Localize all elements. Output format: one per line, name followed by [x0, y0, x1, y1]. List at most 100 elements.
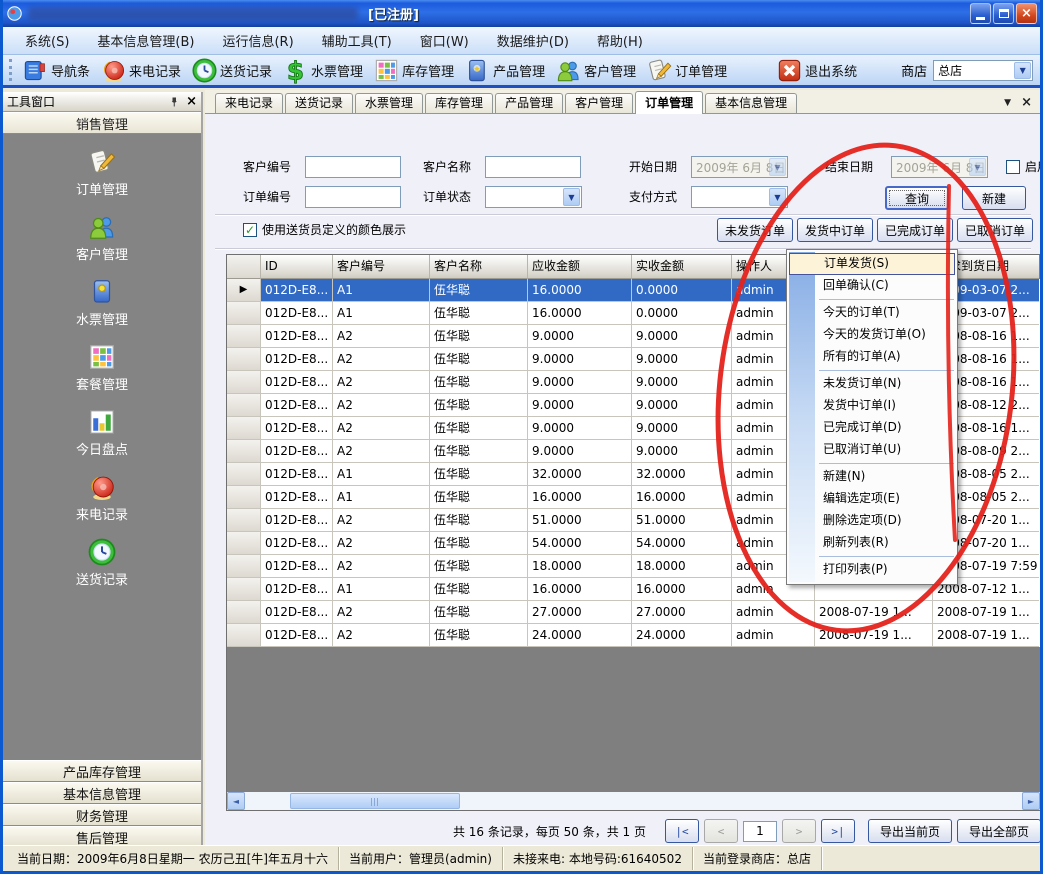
toolbar-button[interactable]: 来电记录	[95, 56, 186, 85]
context-menu-item[interactable]: 今天的发货订单(O)	[787, 324, 957, 346]
shop-select[interactable]: 总店 ▼	[933, 60, 1033, 81]
toolbar-button[interactable]	[732, 56, 771, 85]
chevron-down-icon[interactable]: ▼	[769, 188, 786, 206]
context-menu-item[interactable]: 订单发货(S)	[789, 253, 955, 275]
row-selector-cell[interactable]	[227, 578, 261, 601]
menu-item[interactable]: 帮助(H)	[583, 27, 657, 54]
row-selector-cell[interactable]	[227, 532, 261, 555]
sidebar-close-icon[interactable]: ×	[186, 95, 197, 108]
sidebar-section-sales[interactable]: 销售管理	[3, 112, 201, 134]
enable-checkbox[interactable]	[1006, 160, 1020, 174]
query-button[interactable]: 查询	[885, 186, 949, 210]
sidebar-section-bar[interactable]: 基本信息管理	[3, 782, 201, 804]
end-date-picker[interactable]: 2009年 6月 8日▼	[891, 156, 988, 178]
menu-item[interactable]: 辅助工具(T)	[308, 27, 406, 54]
row-selector-cell[interactable]	[227, 440, 261, 463]
tab[interactable]: 水票管理	[355, 93, 423, 113]
row-selector-cell[interactable]	[227, 394, 261, 417]
column-header-customer-name[interactable]: 客户名称	[430, 255, 528, 279]
row-selector-cell[interactable]: ▶	[227, 279, 261, 302]
first-page-button[interactable]: |<	[665, 819, 699, 843]
sidebar-section-bar[interactable]: 财务管理	[3, 804, 201, 826]
chevron-down-icon[interactable]: ▼	[563, 188, 580, 206]
menu-item[interactable]: 数据维护(D)	[483, 27, 583, 54]
row-selector-cell[interactable]	[227, 348, 261, 371]
toolbar-button[interactable]: 送货记录	[186, 56, 277, 85]
toolbar-button[interactable]: 产品管理	[459, 56, 550, 85]
context-menu-item[interactable]: 新建(N)	[787, 466, 957, 488]
toolbar-button[interactable]: 水票管理	[277, 56, 368, 85]
tab[interactable]: 产品管理	[495, 93, 563, 113]
toolbar-button[interactable]: 订单管理	[641, 56, 732, 85]
tab[interactable]: 来电记录	[215, 93, 283, 113]
export-current-page-button[interactable]: 导出当前页	[868, 819, 952, 843]
export-all-pages-button[interactable]: 导出全部页	[957, 819, 1041, 843]
context-menu-item[interactable]: 今天的订单(T)	[787, 302, 957, 324]
toolbar-button[interactable]: 导航条	[17, 56, 95, 85]
context-menu-item[interactable]: 所有的订单(A)	[787, 346, 957, 368]
row-selector-cell[interactable]	[227, 624, 261, 647]
prev-page-button[interactable]: <	[704, 819, 738, 843]
scroll-right-icon[interactable]: ►	[1022, 792, 1040, 810]
column-header-receivable[interactable]: 应收金额	[528, 255, 632, 279]
row-selector-cell[interactable]	[227, 417, 261, 440]
sidebar-nav-item[interactable]: 来电记录	[76, 472, 128, 523]
toolbar-button[interactable]: 客户管理	[550, 56, 641, 85]
sidebar-nav-item[interactable]: 订单管理	[76, 147, 128, 198]
column-header-received[interactable]: 实收金额	[632, 255, 732, 279]
context-menu-item[interactable]: 编辑选定项(E)	[787, 488, 957, 510]
sidebar-nav-item[interactable]: 送货记录	[76, 537, 128, 588]
pay-method-select[interactable]: ▼	[691, 186, 788, 208]
filter-shipping-button[interactable]: 发货中订单	[797, 218, 873, 242]
row-selector-cell[interactable]	[227, 371, 261, 394]
context-menu-item[interactable]: 已取消订单(U)	[787, 439, 957, 461]
sidebar-nav-item[interactable]: 水票管理	[76, 277, 128, 328]
column-header-id[interactable]: ID	[261, 255, 333, 279]
tab[interactable]: 基本信息管理	[705, 93, 797, 113]
context-menu-item[interactable]: 发货中订单(I)	[787, 395, 957, 417]
row-selector-cell[interactable]	[227, 509, 261, 532]
menu-item[interactable]: 窗口(W)	[406, 27, 483, 54]
minimize-button[interactable]	[970, 3, 991, 24]
pin-icon[interactable]	[168, 96, 180, 108]
row-selector-cell[interactable]	[227, 486, 261, 509]
toolbar-button[interactable]	[862, 56, 901, 85]
tab[interactable]: 客户管理	[565, 93, 633, 113]
next-page-button[interactable]: >	[782, 819, 816, 843]
start-date-picker[interactable]: 2009年 6月 8日▼	[691, 156, 788, 178]
new-button[interactable]: 新建	[962, 186, 1026, 210]
column-header-customer-no[interactable]: 客户编号	[333, 255, 430, 279]
close-button[interactable]: ×	[1016, 3, 1037, 24]
table-row[interactable]: 012D-E8... A2 伍华聪 24.0000 24.0000 admin …	[227, 624, 1040, 647]
context-menu-item[interactable]: 刷新列表(R)	[787, 532, 957, 554]
row-selector-cell[interactable]	[227, 325, 261, 348]
row-selector-cell[interactable]	[227, 302, 261, 325]
context-menu-item[interactable]: 回单确认(C)	[787, 275, 957, 297]
customer-no-input[interactable]	[305, 156, 401, 178]
order-status-select[interactable]: ▼	[485, 186, 582, 208]
toolbar-button[interactable]: 退出系统	[771, 56, 862, 85]
row-selector-cell[interactable]	[227, 601, 261, 624]
toolbar-button[interactable]: 库存管理	[368, 56, 459, 85]
delivery-color-checkbox[interactable]: ✓	[243, 223, 257, 237]
context-menu-item[interactable]: 已完成订单(D)	[787, 417, 957, 439]
tab[interactable]: 送货记录	[285, 93, 353, 113]
table-row[interactable]: 012D-E8... A2 伍华聪 27.0000 27.0000 admin …	[227, 601, 1040, 624]
row-selector-cell[interactable]	[227, 555, 261, 578]
context-menu-item[interactable]: 未发货订单(N)	[787, 373, 957, 395]
menu-item[interactable]: 系统(S)	[11, 27, 83, 54]
scrollbar-thumb[interactable]	[290, 793, 460, 809]
maximize-button[interactable]	[993, 3, 1014, 24]
context-menu-item[interactable]: 删除选定项(D)	[787, 510, 957, 532]
tab[interactable]: 订单管理	[635, 91, 703, 114]
tab-close-icon[interactable]: ×	[1021, 96, 1032, 109]
sidebar-nav-item[interactable]: 今日盘点	[76, 407, 128, 458]
filter-completed-button[interactable]: 已完成订单	[877, 218, 953, 242]
chevron-down-icon[interactable]: ▼	[1014, 62, 1031, 79]
context-menu-item[interactable]: 打印列表(P)	[787, 559, 957, 581]
scroll-left-icon[interactable]: ◄	[227, 792, 245, 810]
filter-cancelled-button[interactable]: 已取消订单	[957, 218, 1033, 242]
row-selector-cell[interactable]	[227, 463, 261, 486]
order-no-input[interactable]	[305, 186, 401, 208]
menu-item[interactable]: 运行信息(R)	[208, 27, 307, 54]
